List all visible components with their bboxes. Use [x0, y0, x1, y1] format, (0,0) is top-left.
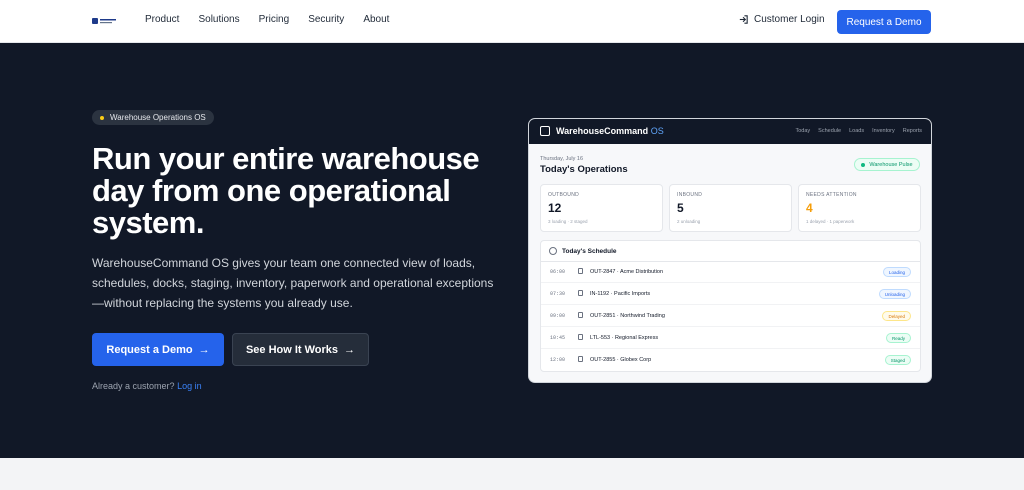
hero-headline: Run your entire warehouse day from one o…	[92, 141, 480, 240]
row-time: 07:30	[550, 291, 566, 297]
document-icon	[578, 268, 583, 274]
schedule-row[interactable]: 12:00 OUT-2855 · Globex Corp Staged	[541, 349, 920, 371]
customer-login-link[interactable]: Customer Login	[738, 14, 825, 25]
schedule-row[interactable]: 09:00 OUT-2851 · Northwind Trading Delay…	[541, 305, 920, 327]
stat-label: INBOUND	[677, 192, 703, 198]
warehouse-icon	[540, 126, 550, 136]
row-time: 06:00	[550, 269, 566, 275]
row-text: OUT-2847 · Acme Distribution	[590, 269, 664, 275]
schedule-row[interactable]: 10:45 LTL-553 · Regional Express Ready	[541, 327, 920, 349]
row-time: 10:45	[550, 335, 566, 341]
see-how-it-works-button[interactable]: See How It Works →	[232, 333, 369, 366]
log-in-link[interactable]: Log in	[177, 381, 202, 391]
tab-today[interactable]: Today	[795, 128, 810, 134]
tab-loads[interactable]: Loads	[849, 128, 864, 134]
stat-subtext: 2 unloading	[677, 219, 701, 224]
schedule-header: Today's Schedule	[549, 247, 617, 255]
stat-value: 5	[677, 201, 684, 215]
row-time: 12:00	[550, 357, 566, 363]
stat-card-outbound[interactable]: OUTBOUND 12 3 loading · 2 staged	[540, 184, 663, 232]
document-icon	[578, 356, 583, 362]
schedule-panel: Today's Schedule 06:00 OUT-2847 · Acme D…	[540, 240, 921, 372]
dashboard-topbar: WarehouseCommand OS Today Schedule Loads…	[529, 119, 931, 144]
row-text: LTL-553 · Regional Express	[590, 335, 659, 341]
stat-label: NEEDS ATTENTION	[806, 192, 857, 198]
dashboard-tabs: Today Schedule Loads Inventory Reports	[795, 128, 922, 134]
stat-value: 12	[548, 201, 562, 215]
tab-schedule[interactable]: Schedule	[818, 128, 841, 134]
hero-request-demo-label: Request a Demo	[106, 343, 193, 356]
stat-label: OUTBOUND	[548, 192, 580, 198]
hero-pill-label: Warehouse Operations OS	[110, 113, 206, 122]
nav-link-product[interactable]: Product	[145, 14, 179, 25]
row-time: 09:00	[550, 313, 566, 319]
company-logo[interactable]	[92, 15, 116, 27]
row-text: IN-1192 · Pacific Imports	[590, 291, 651, 297]
row-text: OUT-2855 · Globex Corp	[590, 357, 652, 363]
customer-login-label: Customer Login	[754, 14, 825, 25]
hero-request-demo-button[interactable]: Request a Demo →	[92, 333, 224, 366]
dashboard-brand: WarehouseCommand OS	[556, 126, 664, 136]
check-circle-icon	[578, 334, 583, 340]
nav-links: Product Solutions Pricing Security About	[145, 14, 389, 25]
hero-pill: Warehouse Operations OS	[92, 110, 214, 125]
already-customer-text: Already a customer?	[92, 381, 175, 391]
warning-icon	[578, 312, 583, 318]
schedule-title: Today's Schedule	[562, 247, 617, 255]
dashboard-brand-name: WarehouseCommand	[556, 126, 649, 136]
dashboard-preview: WarehouseCommand OS Today Schedule Loads…	[528, 118, 932, 383]
tab-inventory[interactable]: Inventory	[872, 128, 895, 134]
hero-lead: WarehouseCommand OS gives your team one …	[92, 256, 494, 310]
nav-link-about[interactable]: About	[363, 14, 389, 25]
dashboard-title: Today's Operations	[540, 164, 628, 175]
pill-dot-icon	[100, 115, 104, 120]
tab-reports[interactable]: Reports	[903, 128, 922, 134]
stat-card-inbound[interactable]: INBOUND 5 2 unloading	[669, 184, 792, 232]
status-badge: Staged	[884, 355, 911, 365]
document-icon	[578, 290, 583, 296]
see-how-it-works-label: See How It Works	[245, 343, 339, 356]
stat-subtext: 3 loading · 2 staged	[548, 219, 588, 224]
nav-link-solutions[interactable]: Solutions	[198, 14, 239, 25]
already-customer: Already a customer? Log in	[92, 381, 202, 391]
dashboard-date: Thursday, July 16	[540, 156, 584, 162]
next-section-band	[0, 458, 1024, 490]
pulse-dot-icon	[861, 162, 866, 167]
stat-value: 4	[806, 201, 813, 215]
stat-card-needs-attention[interactable]: NEEDS ATTENTION 4 1 delayed · 1 paperwor…	[798, 184, 921, 232]
login-icon	[739, 15, 748, 24]
row-text: OUT-2851 · Northwind Trading	[590, 313, 665, 319]
schedule-row[interactable]: 07:30 IN-1192 · Pacific Imports Unloadin…	[541, 283, 920, 305]
arrow-right-icon: →	[198, 343, 210, 356]
nav-link-pricing[interactable]: Pricing	[259, 14, 290, 25]
clock-icon	[549, 247, 557, 255]
stat-subtext: 1 delayed · 1 paperwork	[806, 219, 855, 224]
nav-link-security[interactable]: Security	[308, 14, 344, 25]
schedule-row[interactable]: 06:00 OUT-2847 · Acme Distribution Loadi…	[541, 261, 920, 283]
warehouse-pulse-badge[interactable]: Warehouse Pulse	[854, 158, 920, 171]
status-badge: Delayed	[882, 311, 911, 321]
nav-request-demo-button[interactable]: Request a Demo	[837, 10, 931, 34]
status-badge: Ready	[885, 333, 911, 343]
arrow-right-icon: →	[344, 343, 356, 356]
status-badge: Unloading	[878, 289, 911, 299]
status-badge: Loading	[882, 267, 911, 277]
dashboard-brand-suffix: OS	[650, 126, 664, 136]
warehouse-pulse-label: Warehouse Pulse	[869, 161, 913, 168]
top-nav: Product Solutions Pricing Security About…	[0, 0, 1024, 43]
